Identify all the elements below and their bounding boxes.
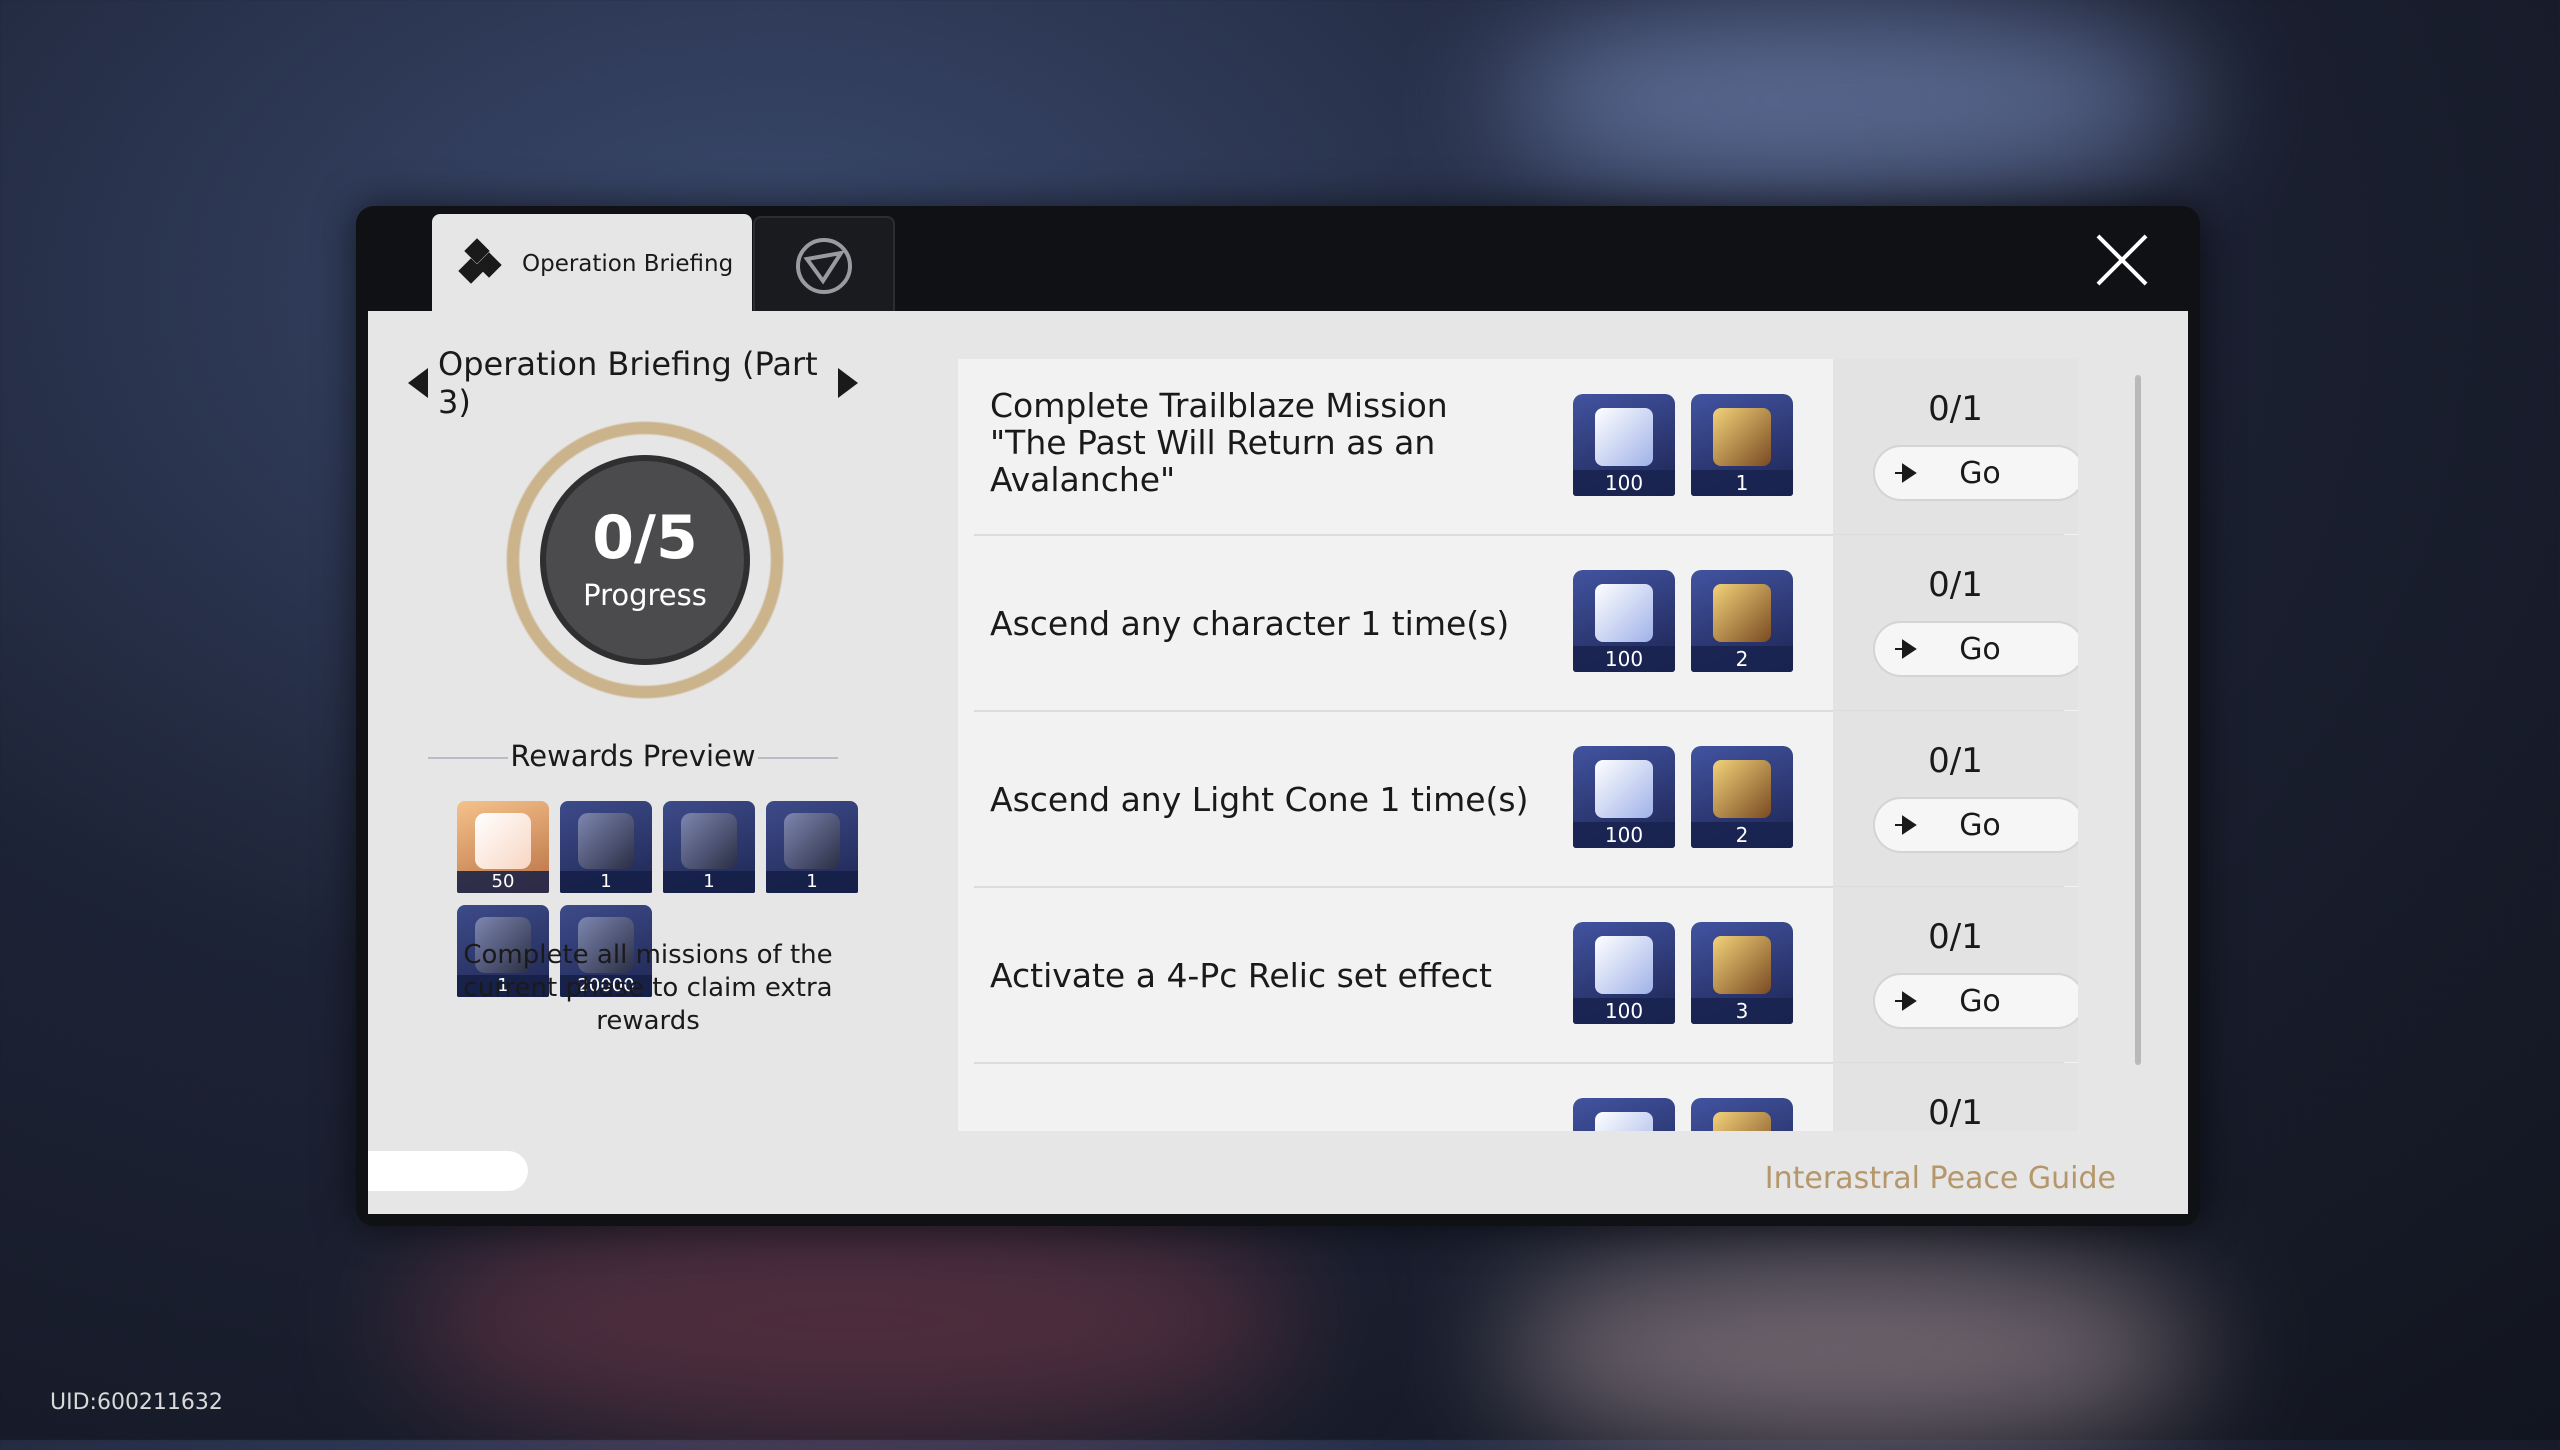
mission-status: 0/1 Go: [1833, 887, 2078, 1062]
mission-status: 0/1 Go: [1833, 359, 2078, 534]
background-blur: [1500, 0, 2200, 200]
background-blur: [400, 1200, 1300, 1440]
mission-list-scrollbar[interactable]: [2135, 375, 2141, 1065]
phase-completion-note: Complete all missions of the current pha…: [463, 940, 833, 1036]
mission-reward-item[interactable]: [1691, 1098, 1793, 1131]
mission-reward-item[interactable]: 3: [1691, 922, 1793, 1024]
close-icon[interactable]: [2094, 232, 2150, 288]
go-button-label: Go: [1959, 455, 2001, 491]
progress-label: Progress: [583, 578, 707, 612]
mission-row: Activate a 4-Pc Relic set effect 100 3 0/1 G…: [958, 887, 2078, 1062]
go-button-label: Go: [1959, 983, 2001, 1019]
reward-quantity: 1: [1691, 470, 1793, 496]
mission-description: Activate a 4-Pc Relic set effect: [990, 956, 1492, 995]
mission-progress-count: 0/1: [1928, 917, 1983, 957]
rewards-preview-title: Rewards Preview: [428, 739, 838, 773]
progress-dial: 0/5 Progress: [540, 455, 750, 665]
reward-quantity: 50: [457, 871, 549, 893]
exp-card-icon: [1595, 408, 1653, 466]
go-button[interactable]: Go: [1873, 797, 2078, 853]
mecha-figure-icon: [578, 813, 634, 869]
phase-navigator: Operation Briefing (Part 3): [408, 345, 858, 421]
tab-label: Operation Briefing: [522, 251, 734, 277]
stellar-jade-icon: [475, 813, 531, 869]
mission-reward-item[interactable]: 2: [1691, 746, 1793, 848]
exp-card-icon: [1595, 936, 1653, 994]
bottom-emblem-tag: [368, 1151, 528, 1191]
tab-operation-briefing[interactable]: Operation Briefing: [432, 214, 752, 314]
mission-row: Complete Trailblaze Mission "The Past Wi…: [958, 359, 2078, 534]
go-button[interactable]: Go: [1873, 621, 2078, 677]
reward-quantity: 100: [1573, 998, 1675, 1024]
operation-briefing-icon: [458, 238, 502, 284]
mission-reward-item[interactable]: 2: [1691, 570, 1793, 672]
reward-quantity: 100: [1573, 470, 1675, 496]
reward-preview-item[interactable]: 50: [457, 801, 549, 893]
go-button[interactable]: Go: [1873, 973, 2078, 1029]
mission-status: 0/1 Go: [1833, 711, 2078, 886]
mission-row: Complete Simulated Universe:0/1Go: [958, 1063, 2078, 1131]
relic-book-icon: [1713, 936, 1771, 994]
reward-quantity: 1: [560, 871, 652, 893]
reward-preview-item[interactable]: 1: [766, 801, 858, 893]
mission-reward-item[interactable]: [1573, 1098, 1675, 1131]
relic-chest-icon: [1713, 1112, 1771, 1131]
mission-progress-count: 0/1: [1928, 1093, 1983, 1131]
mission-list[interactable]: Complete Trailblaze Mission "The Past Wi…: [958, 359, 2078, 1131]
lightcone-material-icon: [1713, 760, 1771, 818]
mission-reward-item[interactable]: 100: [1573, 922, 1675, 1024]
go-arrow-icon: [1895, 639, 1917, 659]
mission-progress-count: 0/1: [1928, 741, 1983, 781]
mission-reward-item[interactable]: 1: [1691, 394, 1793, 496]
mission-row: Ascend any Light Cone 1 time(s) 100 2 0/1 Go: [958, 711, 2078, 886]
relic-material-icon: [1713, 408, 1771, 466]
next-phase-arrow-icon[interactable]: [838, 368, 858, 398]
go-arrow-icon: [1895, 463, 1917, 483]
mission-description: Ascend any Light Cone 1 time(s): [990, 780, 1529, 819]
go-button-label: Go: [1959, 807, 2001, 843]
mission-progress-count: 0/1: [1928, 565, 1983, 605]
ascension-material-icon: [1713, 584, 1771, 642]
mission-row: Ascend any character 1 time(s) 100 2 0/1 Go: [958, 535, 2078, 710]
character-figure-icon: [784, 813, 840, 869]
interastral-guide-icon: [796, 238, 852, 294]
reward-quantity: 2: [1691, 646, 1793, 672]
reward-quantity: 100: [1573, 646, 1675, 672]
go-button[interactable]: Go: [1873, 445, 2078, 501]
go-arrow-icon: [1895, 815, 1917, 835]
reward-preview-item[interactable]: 1: [663, 801, 755, 893]
exp-card-icon: [1595, 584, 1653, 642]
progress-ring: 0/5 Progress: [498, 413, 792, 707]
previous-phase-arrow-icon[interactable]: [408, 368, 428, 398]
exp-card-icon: [1595, 1112, 1653, 1131]
reward-quantity: 2: [1691, 822, 1793, 848]
weapon-figure-icon: [681, 813, 737, 869]
tab-interastral-guide[interactable]: [753, 216, 895, 314]
uid-label: UID:600211632: [50, 1390, 223, 1415]
reward-quantity: 100: [1573, 822, 1675, 848]
mission-progress-count: 0/1: [1928, 389, 1983, 429]
mission-status: 0/1Go: [1833, 1063, 2078, 1131]
mission-reward-item[interactable]: 100: [1573, 746, 1675, 848]
mission-reward-item[interactable]: 100: [1573, 394, 1675, 496]
go-button-label: Go: [1959, 631, 2001, 667]
reward-preview-item[interactable]: 1: [560, 801, 652, 893]
mission-reward-item[interactable]: 100: [1573, 570, 1675, 672]
phase-title: Operation Briefing (Part 3): [438, 345, 818, 421]
mission-description: Complete Trailblaze Mission "The Past Wi…: [990, 386, 1448, 499]
reward-quantity: 1: [663, 871, 755, 893]
reward-quantity: 3: [1691, 998, 1793, 1024]
footer-brand: Interastral Peace Guide: [1764, 1161, 2116, 1196]
background-blur: [1500, 1250, 2200, 1450]
go-arrow-icon: [1895, 991, 1917, 1011]
exp-card-icon: [1595, 760, 1653, 818]
operation-briefing-window: Operation Briefing Operation Briefing (P…: [356, 206, 2200, 1226]
progress-value: 0/5: [592, 503, 698, 573]
mission-status: 0/1 Go: [1833, 535, 2078, 710]
mission-description: Ascend any character 1 time(s): [990, 604, 1510, 643]
content-panel: Operation Briefing (Part 3) 0/5 Progress…: [368, 311, 2188, 1214]
reward-quantity: 1: [766, 871, 858, 893]
